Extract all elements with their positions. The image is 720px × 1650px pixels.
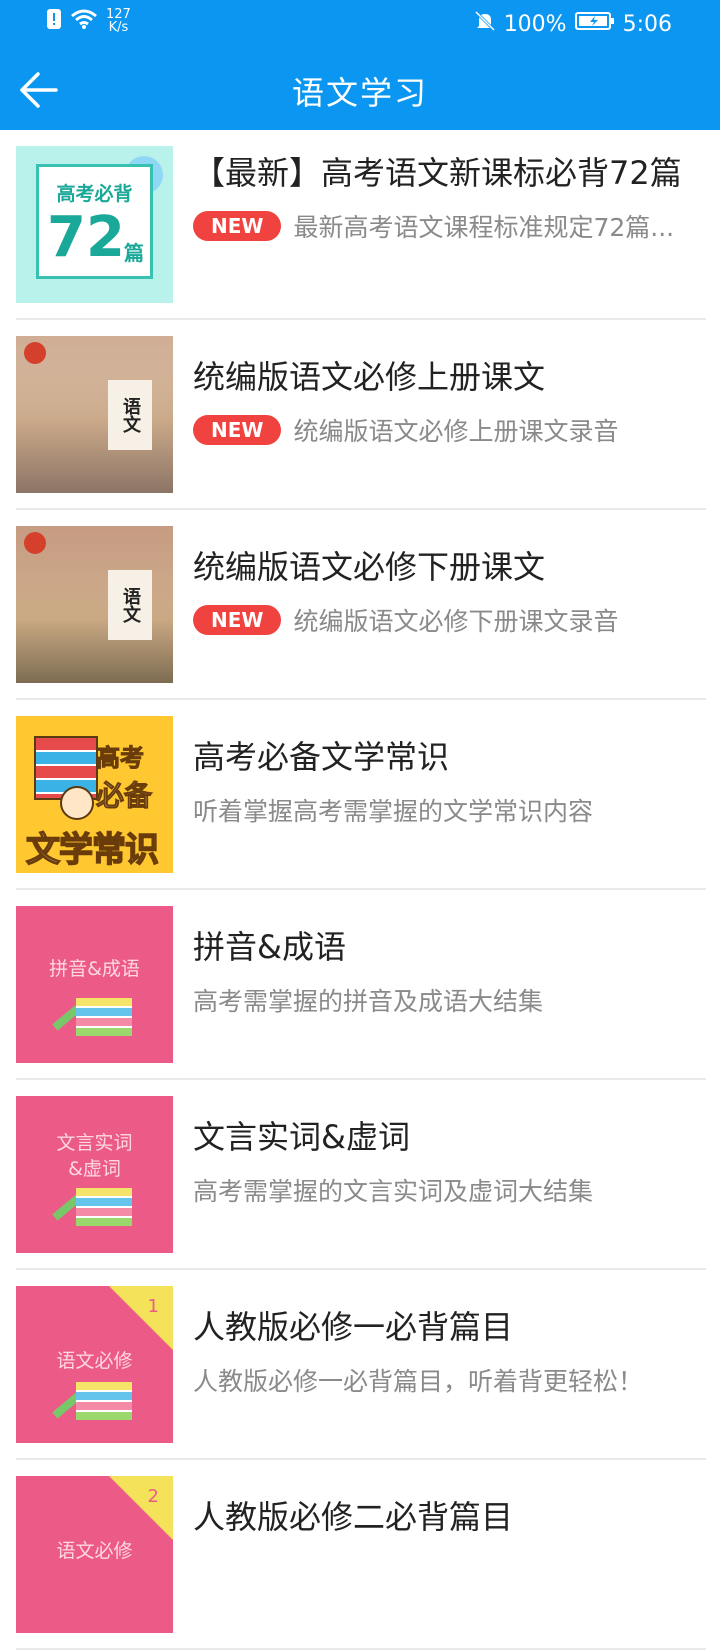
item-title: 人教版必修二必背篇目 [193, 1498, 514, 1536]
thumb-text: 文言实词 [56, 1132, 133, 1154]
list-item[interactable]: 语文 统编版语文必修上册课文 NEW 统编版语文必修上册课文录音 [0, 320, 720, 510]
corner-ribbon [109, 1286, 173, 1350]
new-badge: NEW [193, 415, 282, 445]
battery-charging-icon [574, 10, 615, 38]
toolbar: 语文学习 [0, 50, 720, 130]
net-speed: 127 K/s [106, 8, 131, 34]
item-description: 统编版语文必修下册课文录音 [293, 607, 619, 636]
books-icon [76, 1382, 132, 1420]
item-description: 高考需掌握的拼音及成语大结集 [193, 987, 544, 1016]
item-title: 统编版语文必修下册课文 [193, 548, 546, 586]
cartoon-face-icon [60, 786, 94, 820]
thumb-card: 高考必背 72 篇 [36, 164, 153, 279]
new-badge: NEW [193, 605, 282, 635]
list-item[interactable]: 文言实词 &虚词 文言实词&虚词 高考需掌握的文言实词及虚词大结集 [0, 1080, 720, 1270]
item-title: 人教版必修一必背篇目 [193, 1308, 514, 1346]
volume-number: 2 [147, 1486, 159, 1507]
thumb-text: &虚词 [68, 1158, 121, 1180]
item-title: 文言实词&虚词 [193, 1118, 410, 1156]
list-item[interactable]: 高考必背 72 篇 【最新】高考语文新课标必背72篇 NEW 最新高考语文课程标… [0, 130, 720, 320]
status-bar: 127 K/s 100% 5:06 [0, 0, 720, 50]
mute-bell-icon [474, 10, 496, 38]
course-list: 高考必背 72 篇 【最新】高考语文新课标必背72篇 NEW 最新高考语文课程标… [0, 130, 720, 1650]
thumbnail: 高考必背 72 篇 [16, 146, 173, 303]
book-label: 语文 [108, 380, 152, 450]
item-title: 【最新】高考语文新课标必背72篇 [193, 154, 682, 192]
thumbnail: 语文 [16, 336, 173, 493]
item-title: 高考必备文学常识 [193, 738, 450, 776]
list-item[interactable]: 2 语文必修 人教版必修二必背篇目 [0, 1460, 720, 1650]
thumb-text: 篇 [124, 241, 144, 265]
clock: 5:06 [622, 11, 672, 37]
sim-alert-icon [46, 8, 62, 34]
wifi-icon [70, 8, 98, 34]
corner-ribbon [109, 1476, 173, 1540]
item-title: 拼音&成语 [193, 928, 346, 966]
item-description: 人教版必修一必背篇目，听着背更轻松！ [193, 1367, 644, 1396]
thumb-text: 必备 [95, 779, 153, 813]
thumbnail: 高考 必备 文学常识 [16, 716, 173, 873]
thumb-text: 拼音&成语 [49, 958, 140, 980]
list-item[interactable]: 高考 必备 文学常识 高考必备文学常识 听着掌握高考需掌握的文学常识内容 [0, 700, 720, 890]
item-description: 最新高考语文课程标准规定72篇... [293, 213, 675, 242]
item-description: 听着掌握高考需掌握的文学常识内容 [193, 797, 594, 826]
list-item[interactable]: 1 语文必修 人教版必修一必背篇目 人教版必修一必背篇目，听着背更轻松！ [0, 1270, 720, 1460]
thumb-text: 语文必修 [56, 1540, 133, 1562]
seal-icon [24, 532, 46, 554]
seal-icon [24, 342, 46, 364]
item-title: 统编版语文必修上册课文 [193, 358, 546, 396]
thumbnail: 拼音&成语 [16, 906, 173, 1063]
list-item[interactable]: 语文 统编版语文必修下册课文 NEW 统编版语文必修下册课文录音 [0, 510, 720, 700]
thumbnail: 2 语文必修 [16, 1476, 173, 1633]
thumb-text: 文学常识 [25, 829, 160, 871]
thumb-text: 高考 [96, 744, 145, 773]
app-bar: 127 K/s 100% 5:06 语文学习 [0, 0, 720, 130]
thumbnail: 语文 [16, 526, 173, 683]
volume-number: 1 [147, 1296, 159, 1317]
book-label: 语文 [108, 570, 152, 640]
list-item[interactable]: 拼音&成语 拼音&成语 高考需掌握的拼音及成语大结集 [0, 890, 720, 1080]
books-icon [76, 998, 132, 1036]
thumb-text: 高考必背 [56, 183, 133, 205]
books-icon [76, 1188, 132, 1226]
thumb-number: 72 [47, 205, 125, 270]
thumbnail: 1 语文必修 [16, 1286, 173, 1443]
item-description: 统编版语文必修上册课文录音 [293, 417, 619, 446]
battery-percent: 100% [503, 11, 567, 37]
net-speed-unit: K/s [108, 20, 129, 35]
thumb-text: 语文必修 [56, 1350, 133, 1372]
item-description: 高考需掌握的文言实词及虚词大结集 [193, 1177, 594, 1206]
new-badge: NEW [193, 211, 282, 241]
thumbnail: 文言实词 &虚词 [16, 1096, 173, 1253]
page-title: 语文学习 [291, 74, 428, 112]
